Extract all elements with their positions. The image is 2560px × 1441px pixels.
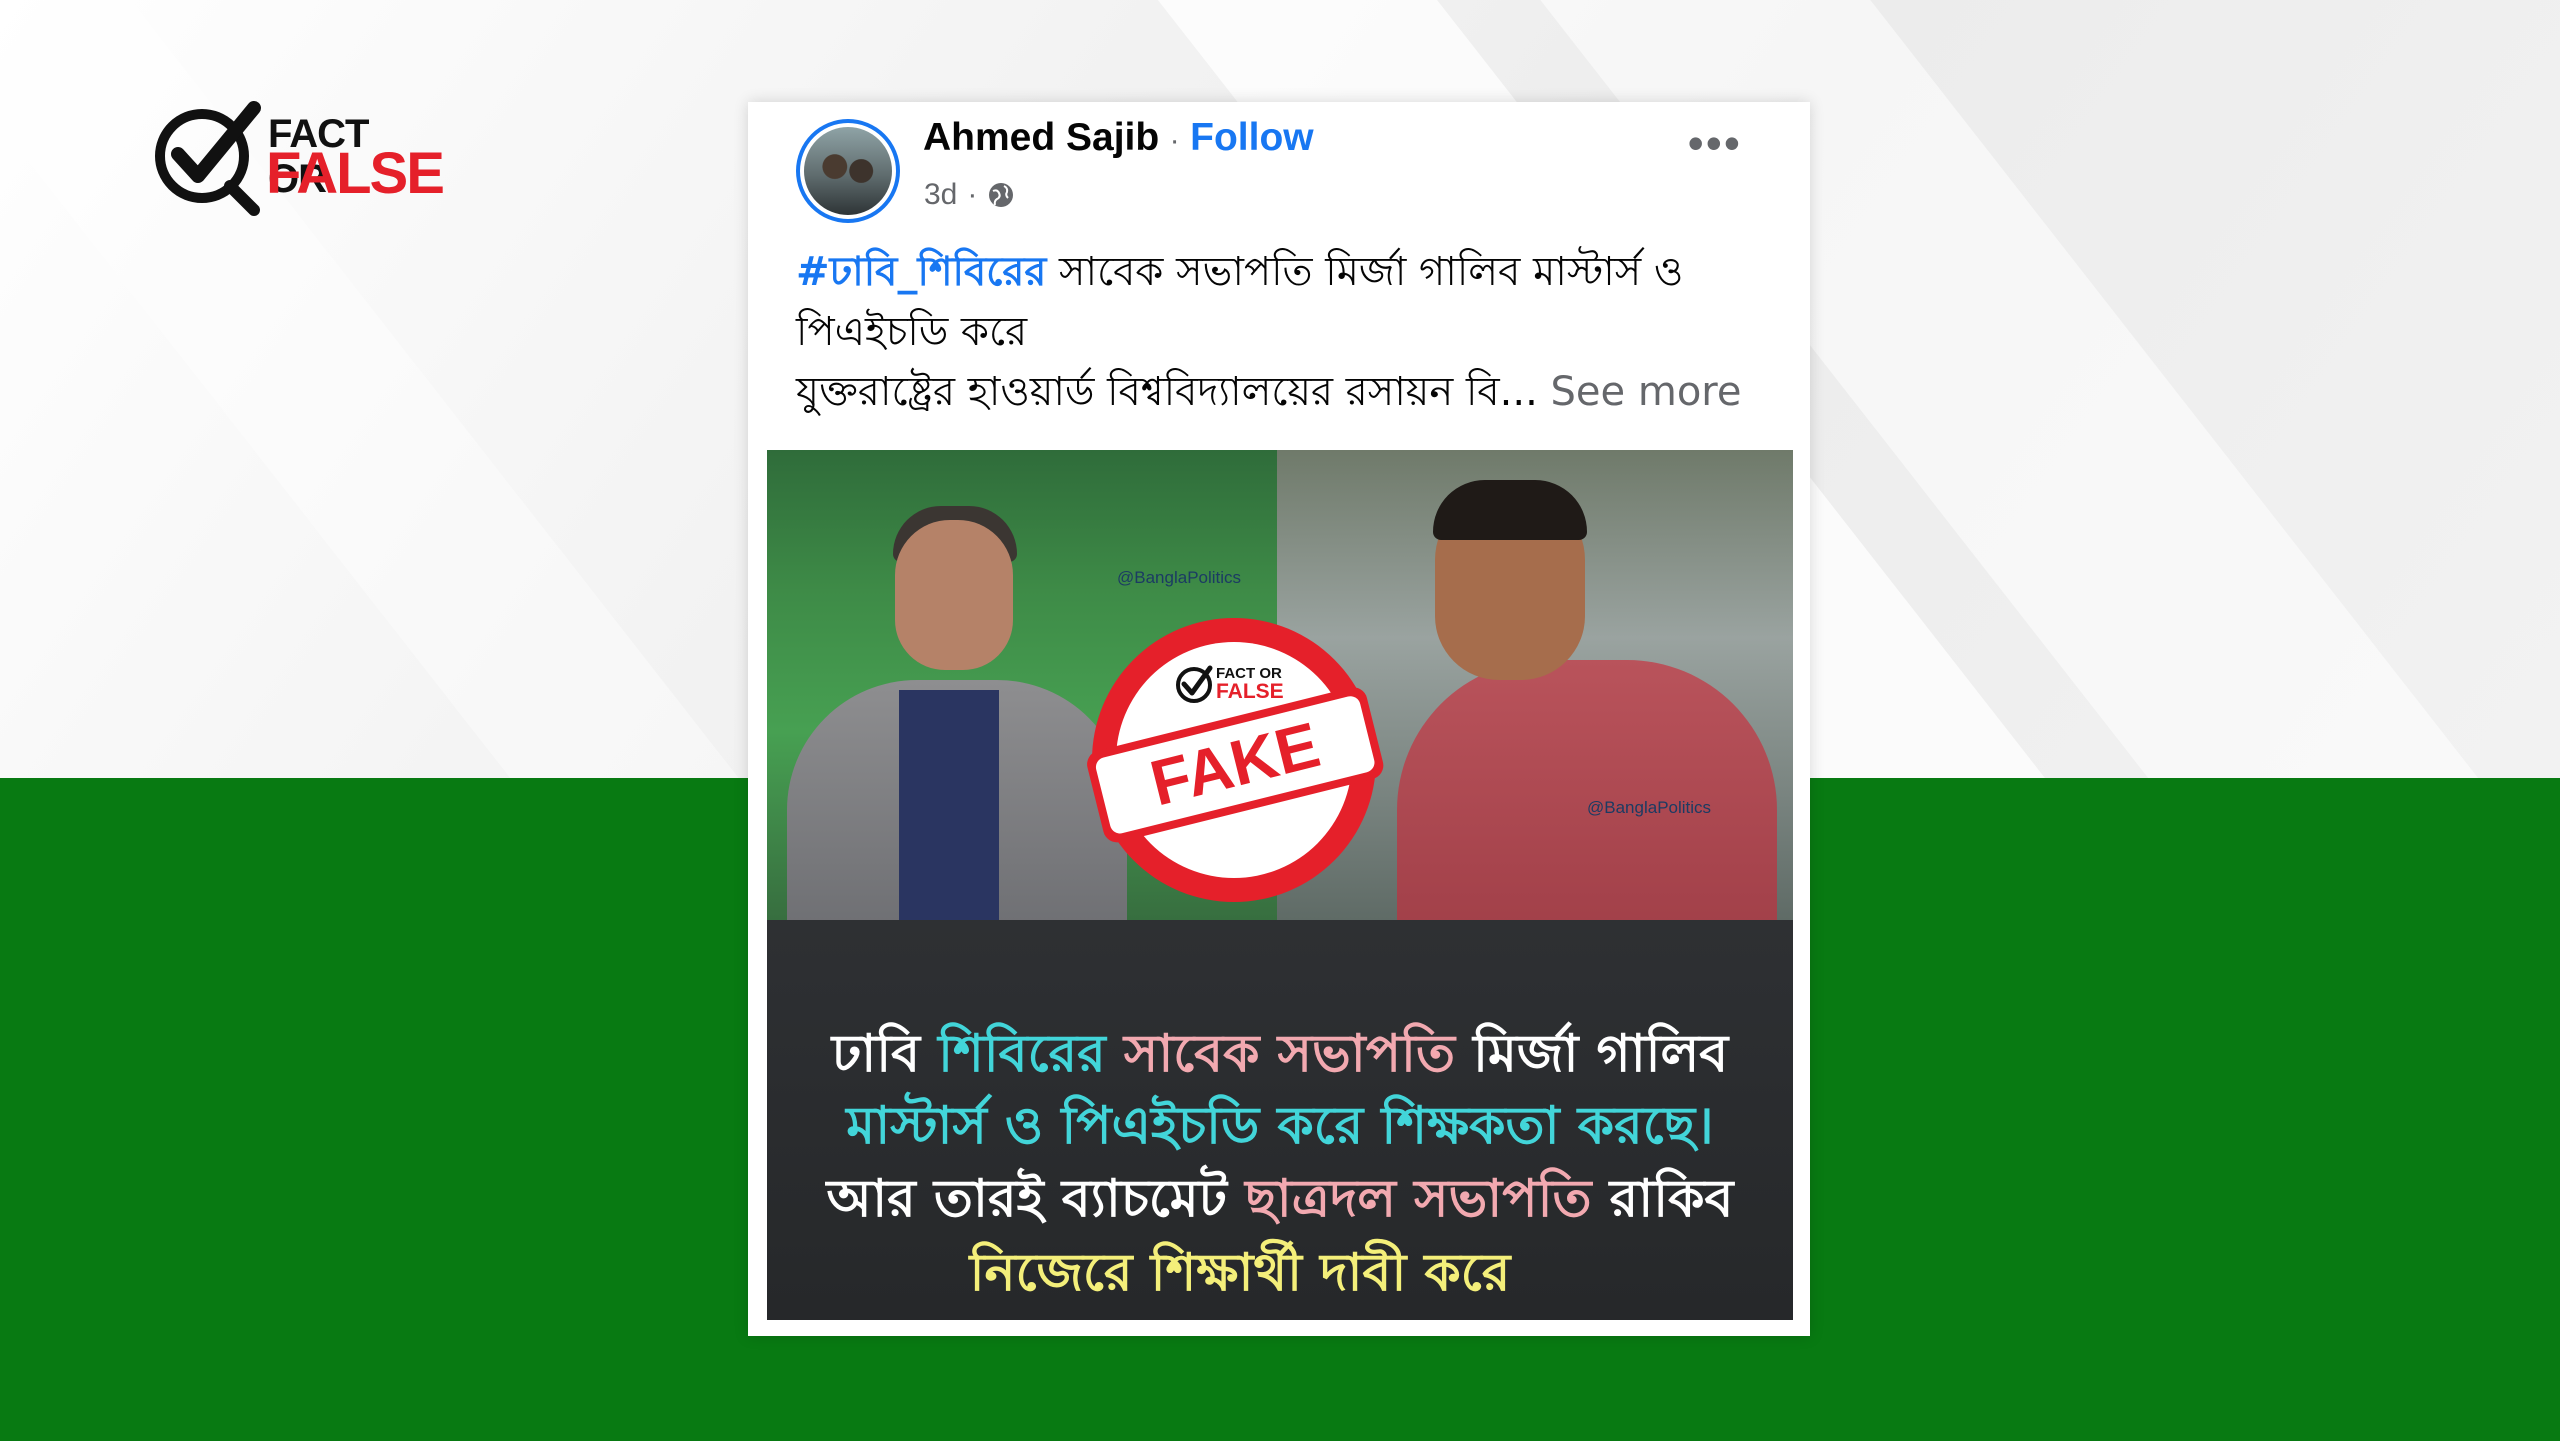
caption-1a: ঢাবি bbox=[831, 1024, 939, 1084]
magnifier-check-icon bbox=[155, 101, 261, 216]
fact-or-false-logo: FACT OR FALSE bbox=[150, 100, 445, 220]
watermark-left: @BanglaPolitics bbox=[1117, 568, 1242, 587]
post-header: Ahmed Sajib · Follow bbox=[923, 116, 1314, 160]
caption-1c: সাবেক সভাপতি bbox=[1105, 1024, 1474, 1084]
caption-3b: ছাত্রদল সভাপতি bbox=[1245, 1169, 1592, 1229]
more-options-icon[interactable]: ••• bbox=[1688, 120, 1742, 166]
logo-text-bottom: FALSE bbox=[266, 141, 445, 206]
hashtag-link[interactable]: #ঢাবি_শিবিরের bbox=[796, 249, 1046, 295]
person-right-hair bbox=[1433, 480, 1587, 540]
avatar[interactable] bbox=[796, 119, 900, 223]
see-more-link[interactable]: See more bbox=[1551, 369, 1742, 415]
person-left-shirt bbox=[899, 690, 999, 940]
globe-icon bbox=[989, 183, 1014, 207]
person-left-face bbox=[895, 520, 1013, 670]
post-text-line-1: #ঢাবি_শিবিরের সাবেক সভাপতি মির্জা গালিব … bbox=[796, 242, 1776, 302]
caption-1d: মির্জা গালিব bbox=[1473, 1024, 1729, 1084]
caption-1b: শিবিরের bbox=[938, 1024, 1106, 1084]
fake-stamp: FAKE FACT OR FALSE bbox=[1087, 618, 1384, 902]
follow-button[interactable]: Follow bbox=[1190, 116, 1313, 159]
post-text-line-3-body: যুক্তরাষ্ট্রের হাওয়ার্ড বিশ্ববিদ্যালয়ে… bbox=[796, 369, 1538, 415]
meta-separator: · bbox=[967, 178, 978, 211]
post-text-line-1-rest: সাবেক সভাপতি মির্জা গালিব মাস্টার্স ও bbox=[1046, 249, 1684, 295]
post-text: #ঢাবি_শিবিরের সাবেক সভাপতি মির্জা গালিব … bbox=[796, 242, 1776, 422]
separator: · bbox=[1169, 124, 1180, 157]
watermark-right: @BanglaPolitics bbox=[1587, 798, 1712, 817]
post-text-line-2: পিএইচডি করে bbox=[796, 309, 1028, 355]
stamp-logo-bottom: FALSE bbox=[1216, 680, 1284, 703]
author-name[interactable]: Ahmed Sajib bbox=[923, 116, 1159, 159]
caption-3c: রাকিব bbox=[1591, 1169, 1734, 1229]
avatar-photo bbox=[800, 123, 896, 219]
image-caption-line-4: নিজেরে শিক্ষার্থী দাবী করে bbox=[969, 1243, 1511, 1303]
post-text-line-3: যুক্তরাষ্ট্রের হাওয়ার্ড বিশ্ববিদ্যালয়ে… bbox=[796, 362, 1776, 422]
post-meta: 3d · bbox=[924, 178, 1015, 212]
post-time[interactable]: 3d bbox=[924, 178, 957, 212]
caption-3a: আর তারই ব্যাচমেট bbox=[826, 1169, 1246, 1229]
